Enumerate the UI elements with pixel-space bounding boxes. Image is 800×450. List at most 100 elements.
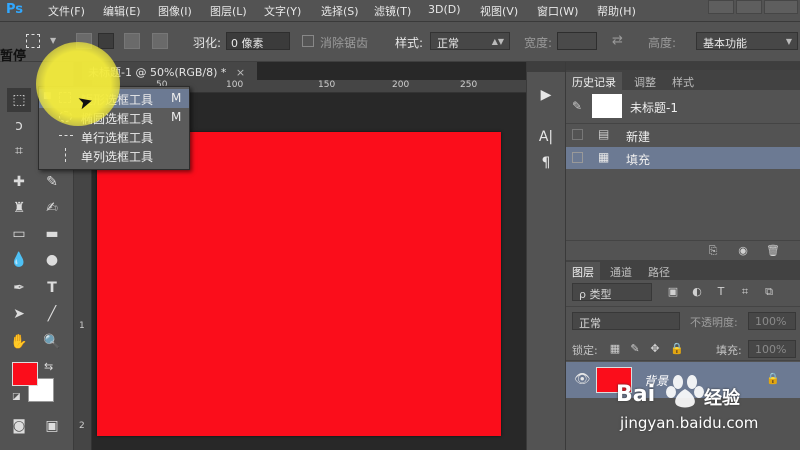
marquee-tool-icon[interactable]: ⬚ (7, 88, 31, 112)
default-colors-icon[interactable]: ◪ (12, 392, 21, 402)
opacity-input[interactable]: 100% (748, 312, 796, 330)
type-tool-icon[interactable]: T (40, 276, 64, 300)
style-label: 样式: (395, 36, 424, 50)
tab-paths[interactable]: 路径 (642, 262, 676, 280)
shape-filter-icon[interactable]: ⌗ (738, 285, 752, 299)
chevron-down-icon: ▲▼ (491, 37, 504, 46)
character-panel-icon[interactable]: A| (533, 126, 559, 148)
menu-layer[interactable]: 图层(L) (210, 3, 247, 19)
menu-view[interactable]: 视图(V) (480, 3, 518, 19)
new-document-icon[interactable]: ⎘ (706, 244, 720, 258)
adjustment-filter-icon[interactable]: ◐ (690, 285, 704, 299)
blur-tool-icon[interactable]: 💧 (7, 248, 31, 272)
photoshop-logo: Ps (6, 2, 24, 17)
hand-tool-icon[interactable]: ✋ (7, 330, 31, 354)
eye-visibility-icon[interactable]: 👁 (574, 372, 591, 387)
blend-mode-select[interactable]: 正常 (572, 312, 680, 330)
menu-image[interactable]: 图像(I) (158, 3, 192, 19)
crop-tool-icon[interactable]: ⌗ (7, 139, 31, 163)
flyout-item-column-marquee[interactable]: 单列选框工具 (39, 146, 189, 165)
swap-arrows-icon[interactable]: ⇄ (612, 33, 623, 48)
history-snapshot-row[interactable]: ✎ 未标题-1 (566, 90, 800, 124)
play-action-icon[interactable]: ▶ (533, 84, 559, 106)
menu-edit[interactable]: 编辑(E) (103, 3, 141, 19)
dodge-tool-icon[interactable]: ● (40, 248, 64, 272)
path-selection-icon[interactable]: ➤ (7, 302, 31, 326)
options-bar: ▼ 羽化: 0 像素 消除锯齿 样式: 正常 ▲▼ 宽度: ⇄ 高度: 基本功能… (0, 22, 800, 62)
menu-help[interactable]: 帮助(H) (597, 3, 636, 19)
smart-object-filter-icon[interactable]: ⧉ (762, 285, 776, 299)
style-select[interactable]: 正常 ▲▼ (430, 32, 510, 50)
document-icon: ▤ (598, 127, 610, 141)
history-item-label: 新建 (626, 130, 651, 144)
tab-layers[interactable]: 图层 (566, 262, 600, 280)
menu-type[interactable]: 文字(Y) (264, 3, 301, 19)
camera-icon[interactable]: ◉ (736, 244, 750, 258)
close-window-button[interactable] (764, 0, 798, 14)
tab-history[interactable]: 历史记录 (566, 72, 622, 90)
history-checkbox[interactable] (572, 152, 583, 163)
subtract-selection-button[interactable] (124, 33, 140, 49)
menu-file[interactable]: 文件(F) (48, 3, 85, 19)
line-tool-icon[interactable]: ╱ (40, 302, 64, 326)
tab-styles[interactable]: 样式 (666, 72, 700, 90)
lasso-tool-icon[interactable]: ↄ (7, 114, 31, 138)
zoom-tool-icon[interactable]: 🔍 (40, 330, 64, 354)
fill-input[interactable]: 100% (748, 340, 796, 358)
menu-select[interactable]: 选择(S) (321, 3, 359, 19)
intersect-selection-button[interactable] (152, 33, 168, 49)
gradient-tool-icon[interactable]: ▬ (40, 222, 64, 246)
healing-brush-icon[interactable]: ✚ (7, 170, 31, 194)
workspace-select-value: 基本功能 (703, 37, 747, 50)
menu-filter[interactable]: 滤镜(T) (374, 3, 411, 19)
menu-3d[interactable]: 3D(D) (428, 3, 461, 19)
width-input[interactable] (557, 32, 597, 50)
flyout-item-row-marquee[interactable]: 单行选框工具 (39, 127, 189, 146)
menu-window[interactable]: 窗口(W) (537, 3, 578, 19)
paragraph-panel-icon[interactable]: ¶ (533, 152, 559, 174)
foreground-color-swatch[interactable] (12, 362, 38, 386)
antialias-label: 消除锯齿 (320, 36, 369, 50)
brush-source-icon[interactable]: ✎ (572, 99, 582, 113)
screen-mode-icon[interactable]: ▣ (40, 414, 64, 438)
pen-tool-icon[interactable]: ✒ (7, 276, 31, 300)
history-checkbox[interactable] (572, 129, 583, 140)
type-filter-icon[interactable]: T (714, 285, 728, 299)
eraser-tool-icon[interactable]: ▭ (7, 222, 31, 246)
document-canvas[interactable] (97, 132, 501, 436)
lock-all-icon[interactable]: 🔒 (670, 342, 684, 356)
workspace-select[interactable]: 基本功能 ▼ (696, 32, 798, 50)
lock-transparent-icon[interactable]: ▦ (608, 342, 622, 356)
layer-filter-select[interactable]: ρ 类型 (572, 283, 652, 301)
divider (566, 360, 800, 361)
lock-position-icon[interactable]: ✥ (648, 342, 662, 356)
brush-tool-icon[interactable]: ✎ (40, 170, 64, 194)
menu-bar: Ps 文件(F) 编辑(E) 图像(I) 图层(L) 文字(Y) 选择(S) 滤… (0, 0, 800, 22)
add-selection-button[interactable] (98, 33, 114, 49)
marquee-preset-icon[interactable] (26, 34, 40, 48)
lock-label: 锁定: (572, 344, 598, 357)
trash-icon[interactable]: 🗑 (766, 244, 780, 258)
feather-input[interactable]: 0 像素 (226, 32, 290, 50)
layers-panel-tabs: 图层 通道 路径 (566, 260, 800, 280)
tab-channels[interactable]: 通道 (604, 262, 638, 280)
swap-colors-icon[interactable]: ⇆ (44, 360, 53, 373)
opacity-label: 不透明度: (690, 316, 738, 329)
antialias-checkbox[interactable] (302, 35, 314, 47)
quick-mask-icon[interactable]: ◙ (7, 414, 31, 438)
pixel-filter-icon[interactable]: ▣ (666, 285, 680, 299)
history-item-selected[interactable]: ▦ 填充 (566, 147, 800, 169)
tab-adjustments[interactable]: 调整 (628, 72, 662, 90)
clone-stamp-icon[interactable]: ♜ (7, 196, 31, 220)
maximize-button[interactable] (736, 0, 762, 14)
chevron-down-icon: ▼ (785, 37, 792, 46)
minimize-button[interactable] (708, 0, 734, 14)
fill-label: 填充: (716, 344, 742, 357)
lock-pixels-icon[interactable]: ✎ (628, 342, 642, 356)
chevron-down-icon[interactable]: ▼ (50, 36, 56, 45)
close-tab-icon[interactable]: × (236, 66, 245, 79)
history-item[interactable]: ▤ 新建 (566, 124, 800, 146)
fill-icon: ▦ (598, 150, 610, 164)
history-brush-icon[interactable]: ✍ (40, 196, 64, 220)
style-select-value: 正常 (437, 37, 459, 50)
